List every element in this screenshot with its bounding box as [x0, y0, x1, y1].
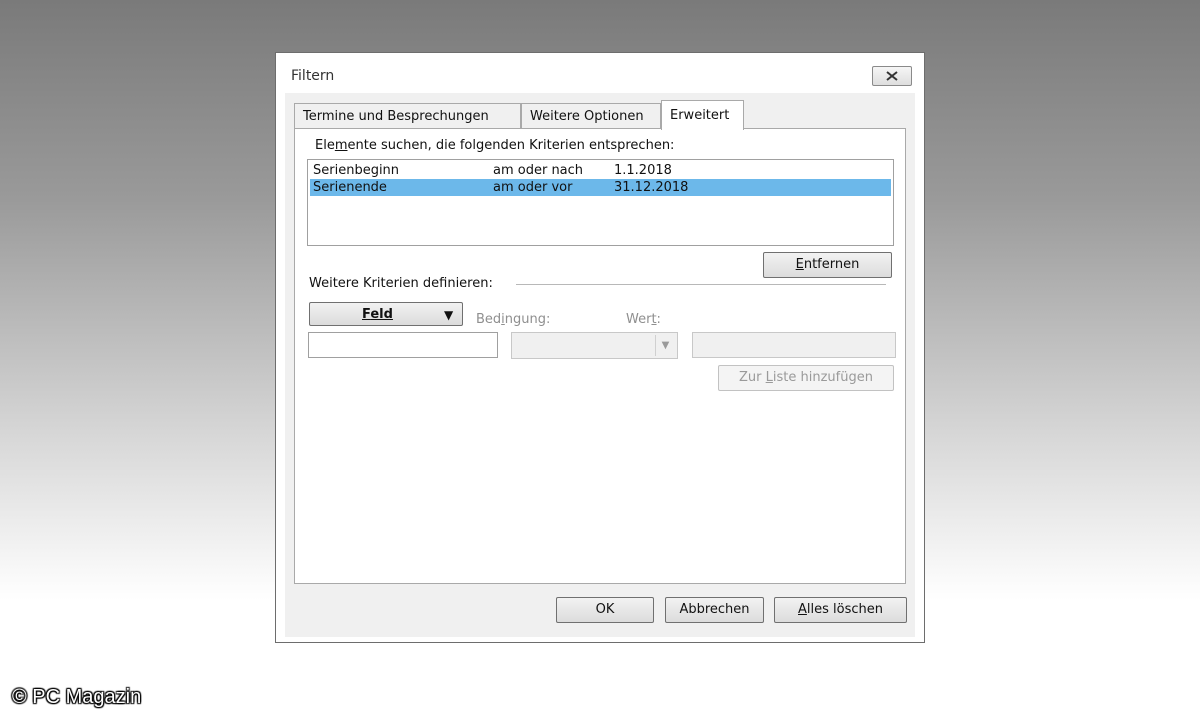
criteria-heading: Elemente suchen, die folgenden Kriterien… [315, 138, 675, 153]
field-dropdown-button[interactable]: Feld ▼ [309, 302, 463, 326]
define-criteria-heading: Weitere Kriterien definieren: [309, 276, 493, 291]
criteria-condition: am oder vor [493, 180, 573, 195]
tab-panel-erweitert: Elemente suchen, die folgenden Kriterien… [294, 128, 906, 584]
tab-label: Termine und Besprechungen [303, 109, 489, 124]
copyright-watermark: © PC Magazin [12, 686, 142, 708]
field-button-label: Feld [362, 307, 393, 322]
tab-label: Weitere Optionen [530, 109, 644, 124]
dialog-client-area: Termine und Besprechungen Weitere Option… [285, 93, 915, 637]
section-separator [516, 284, 886, 285]
filter-dialog: Filtern Termine und Besprechungen Weiter… [275, 52, 925, 643]
condition-label: Bedingung: [476, 312, 551, 327]
tab-erweitert[interactable]: Erweitert [661, 100, 744, 130]
field-input[interactable] [308, 332, 498, 358]
tab-weitere-optionen[interactable]: Weitere Optionen [521, 103, 661, 129]
dropdown-arrow-icon: ▼ [444, 308, 454, 322]
criteria-field: Serienbeginn [313, 163, 400, 178]
tab-termine-und-besprechungen[interactable]: Termine und Besprechungen [294, 103, 521, 129]
close-icon [886, 71, 898, 81]
criteria-row[interactable]: Serienbeginn am oder nach 1.1.2018 [310, 162, 891, 179]
condition-select[interactable]: ▼ [511, 332, 678, 359]
criteria-value: 31.12.2018 [614, 180, 689, 195]
clear-all-button[interactable]: Alles löschen [774, 597, 907, 623]
criteria-value: 1.1.2018 [614, 163, 672, 178]
ok-button[interactable]: OK [556, 597, 654, 623]
criteria-field: Serienende [313, 180, 387, 195]
criteria-row-selected[interactable]: Serienende am oder vor 31.12.2018 [310, 179, 891, 196]
cancel-button[interactable]: Abbrechen [665, 597, 764, 623]
criteria-condition: am oder nach [493, 163, 584, 178]
close-button[interactable] [872, 66, 912, 86]
dialog-title: Filtern [291, 68, 335, 84]
value-input[interactable] [692, 332, 896, 358]
add-to-list-button[interactable]: Zur Liste hinzufügen [718, 365, 894, 391]
remove-button[interactable]: Entfernen [763, 252, 892, 278]
chevron-down-icon: ▼ [655, 335, 675, 356]
criteria-list[interactable]: Serienbeginn am oder nach 1.1.2018 Serie… [307, 159, 894, 246]
value-label: Wert: [626, 312, 661, 327]
tab-label: Erweitert [670, 108, 730, 123]
